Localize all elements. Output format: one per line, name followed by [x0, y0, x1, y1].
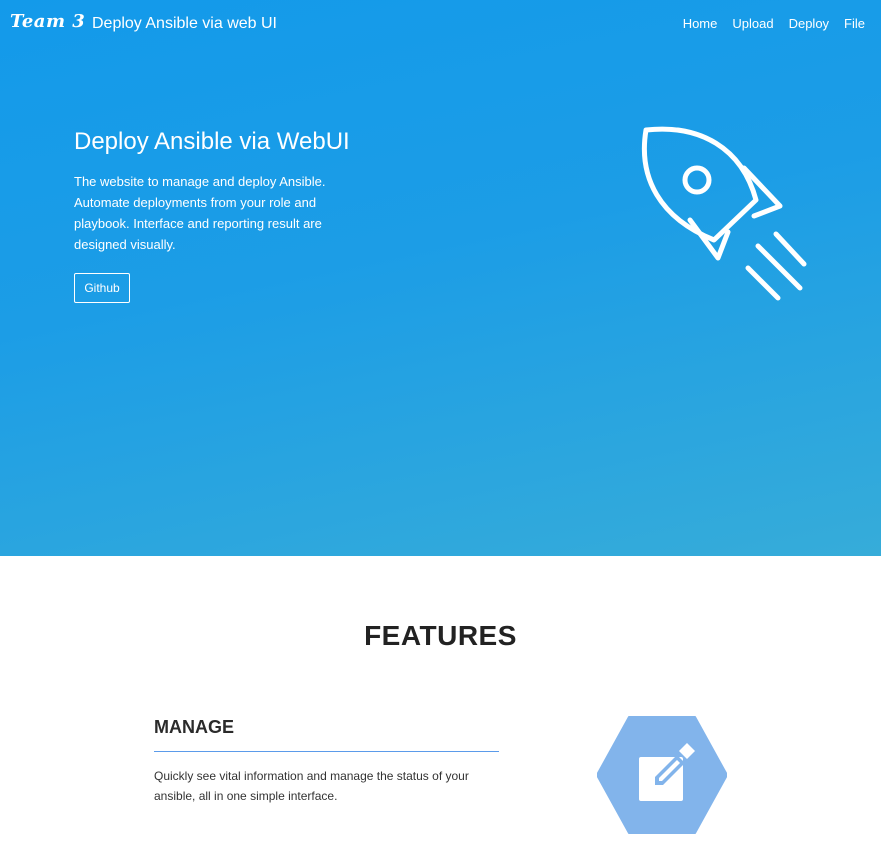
features-title: FEATURES	[364, 620, 517, 651]
brand-logo[interactable]: Team 3	[10, 11, 85, 32]
nav-links: Home Upload Deploy File	[683, 16, 865, 31]
feature-heading: MANAGE	[154, 717, 234, 737]
navbar: Team 3 Deploy Ansible via web UI Home Up…	[0, 0, 881, 46]
hero-description: The website to manage and deploy Ansible…	[74, 174, 326, 252]
nav-link-file[interactable]: File	[844, 16, 865, 31]
edit-icon	[597, 716, 727, 834]
feature-description: Quickly see vital information and manage…	[154, 769, 469, 803]
feature-manage: MANAGE Quickly see vital information and…	[154, 716, 499, 806]
nav-link-upload[interactable]: Upload	[732, 16, 773, 31]
nav-link-home[interactable]: Home	[683, 16, 718, 31]
hero-content: Deploy Ansible via WebUI The website to …	[74, 127, 364, 255]
hero-heading: Deploy Ansible via WebUI	[74, 128, 350, 155]
hero-section: Team 3 Deploy Ansible via web UI Home Up…	[0, 0, 881, 556]
rocket-icon	[641, 126, 807, 301]
github-button[interactable]: Github	[74, 273, 130, 303]
nav-link-deploy[interactable]: Deploy	[789, 16, 829, 31]
feature-divider	[154, 751, 499, 752]
site-title[interactable]: Deploy Ansible via web UI	[92, 15, 277, 33]
page: Team 3 Deploy Ansible via web UI Home Up…	[0, 0, 881, 847]
